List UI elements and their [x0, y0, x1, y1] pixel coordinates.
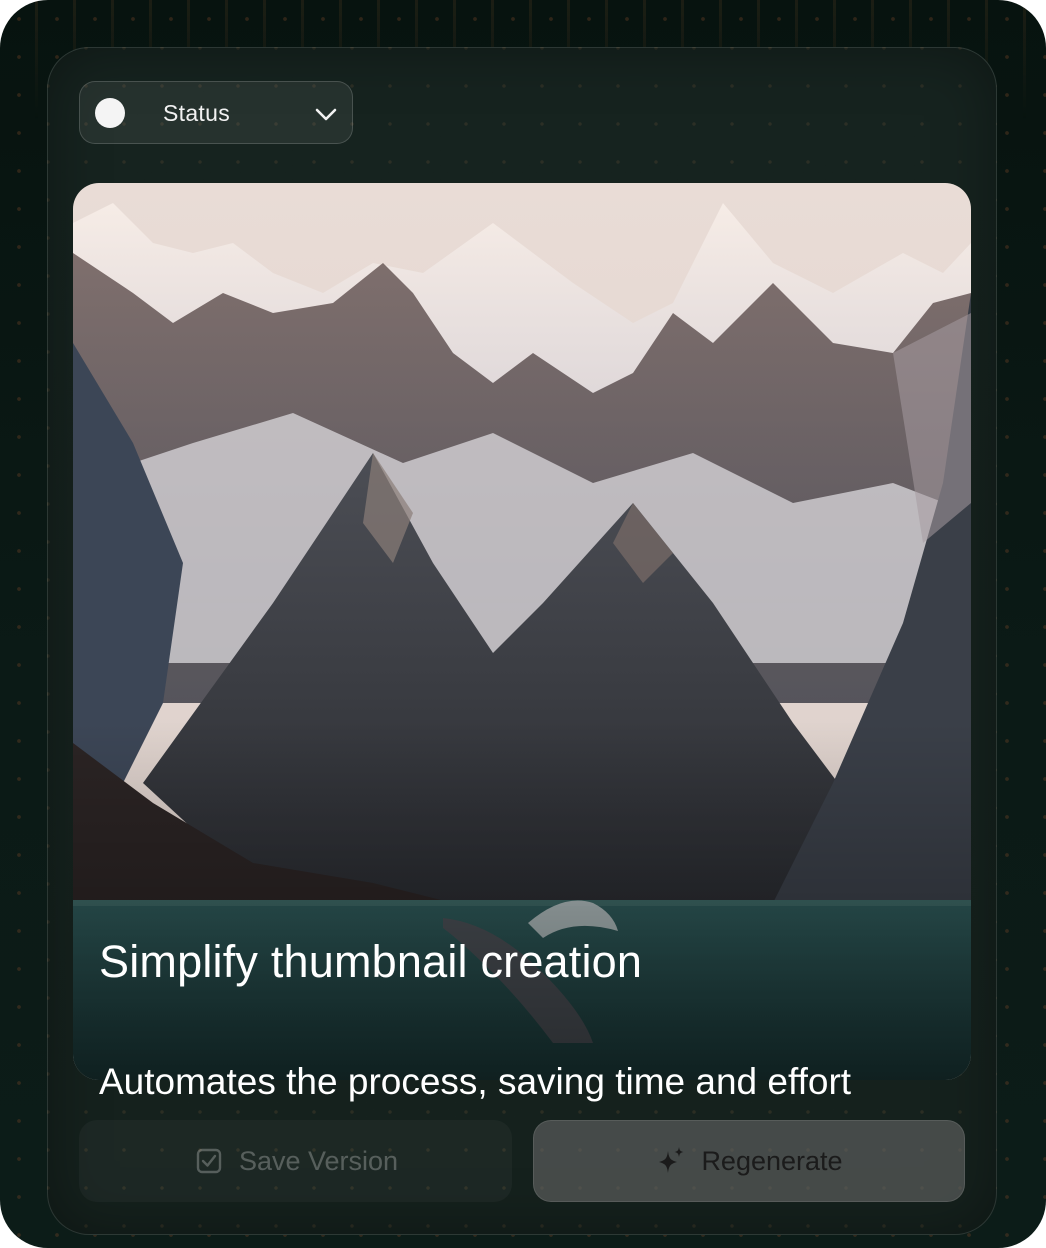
- save-version-label: Save Version: [238, 1145, 399, 1176]
- chevron-down-icon: [315, 108, 337, 121]
- save-version-button[interactable]: Save Version: [79, 1120, 512, 1202]
- hero-subtitle: Automates the process, saving time and e…: [99, 1061, 852, 1102]
- status-label: Status: [163, 100, 231, 126]
- hero-title: Simplify thumbnail creation: [99, 936, 643, 987]
- status-dot-icon: [95, 98, 125, 128]
- regenerate-label: Regenerate: [701, 1145, 843, 1176]
- regenerate-button[interactable]: Regenerate: [533, 1120, 965, 1202]
- checkbox-icon: [196, 1148, 222, 1174]
- sparkle-icon: [659, 1147, 684, 1173]
- app-background: Status Simplify thumbnail creation Autom…: [0, 0, 1046, 1248]
- status-dropdown[interactable]: Status: [79, 81, 353, 144]
